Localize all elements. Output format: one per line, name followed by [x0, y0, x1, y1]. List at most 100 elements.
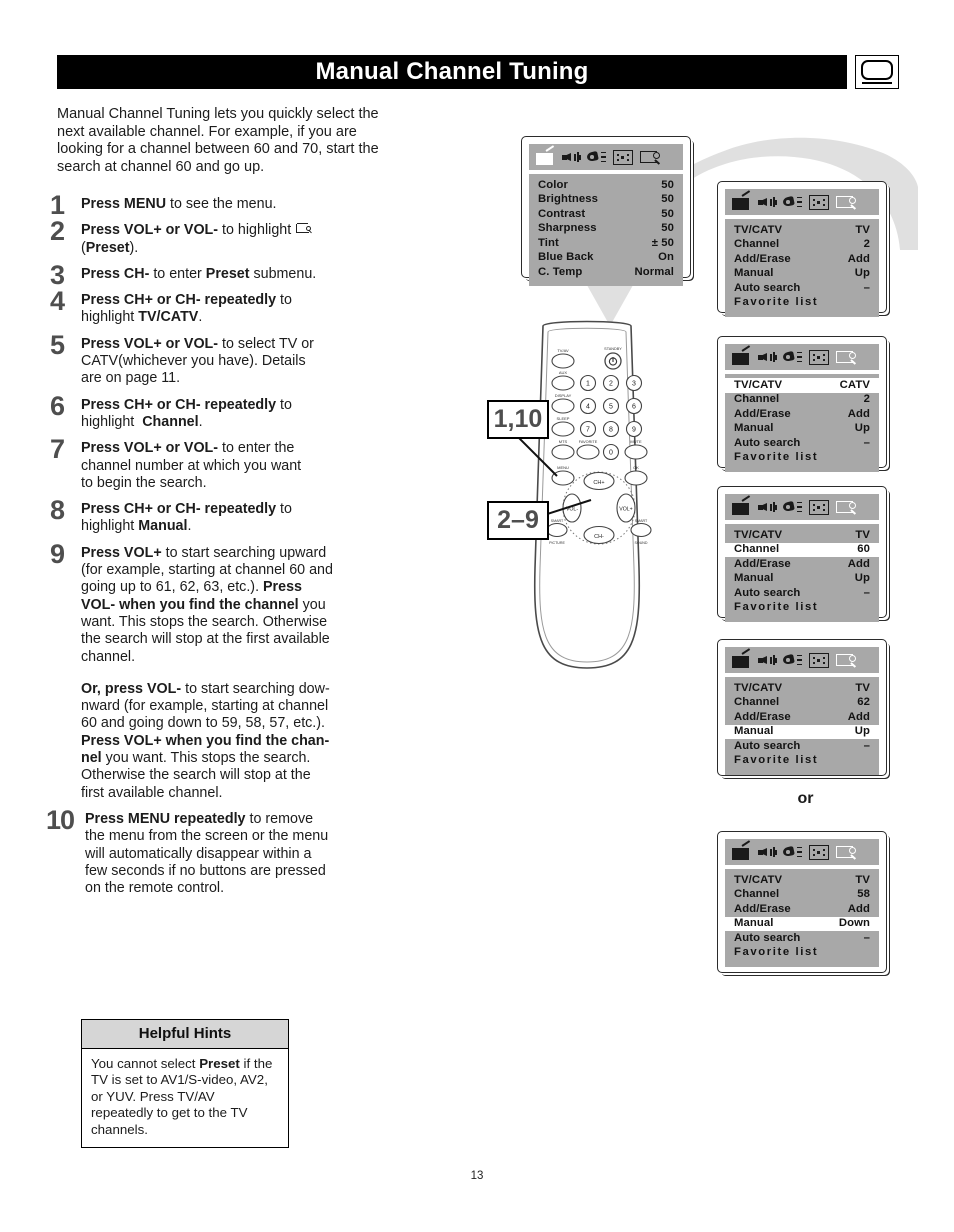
osd-row[interactable]: Tint ± 50 [529, 236, 683, 251]
osd-row[interactable]: Manual Up [725, 572, 879, 587]
osd-rows: TV/CATV TV Channel 60 Add/Erase Add Manual Up Au… [725, 524, 879, 622]
feature-brush-icon [586, 149, 606, 165]
osd-row-value: 2 [863, 238, 870, 251]
step-6: 6 Press CH+ or CH- repeatedly to highlight… [50, 392, 395, 432]
osd-row[interactable]: Channel 2 [725, 238, 879, 253]
osd-row[interactable]: Manual Down [725, 916, 879, 932]
osd-row[interactable]: Add/Erase Add [725, 252, 879, 267]
preset-magnifier-icon [836, 500, 857, 515]
osd-row-value: Add [847, 557, 870, 570]
osd-row-label: Manual [734, 917, 774, 930]
osd-row[interactable]: Brightness 50 [529, 193, 683, 208]
osd-row[interactable]: Manual Up [725, 267, 879, 282]
preset-magnifier-icon [836, 653, 857, 668]
osd-row[interactable]: Auto search – [725, 739, 879, 754]
osd-row[interactable]: TV/CATV TV [725, 528, 879, 543]
sound-speaker-icon [758, 653, 777, 668]
osd-row[interactable]: Channel 58 [725, 888, 879, 903]
osd-row-value: – [863, 739, 870, 752]
osd-row-label: TV/CATV [734, 681, 783, 694]
osd-screen-preset-menu-4-manual-up: TV/CATV TV Channel 62 Add/Erase Add Manual Up Au… [717, 639, 887, 776]
svg-text:0: 0 [609, 450, 613, 457]
osd-row[interactable]: Channel 2 [725, 393, 879, 408]
osd-row[interactable]: Favorite list [725, 946, 879, 961]
osd-row-label: Channel [734, 696, 780, 709]
osd-row-label: Contrast [538, 207, 586, 220]
osd-row[interactable]: Channel 62 [725, 696, 879, 711]
step-number: 2 [50, 216, 66, 247]
osd-row[interactable]: Auto search – [725, 281, 879, 296]
osd-row[interactable]: Add/Erase Add [725, 902, 879, 917]
svg-text:9: 9 [632, 427, 636, 434]
svg-text:DISPLAY: DISPLAY [555, 393, 572, 398]
step-10: 10 Press MENU repeatedly to remove the men… [46, 806, 395, 897]
svg-text:2: 2 [609, 381, 613, 388]
timer-clock-icon [809, 844, 829, 860]
osd-row-label: Favorite list [734, 451, 819, 464]
osd-row[interactable]: TV/CATV TV [725, 223, 879, 238]
osd-row-label: Add/Erase [734, 710, 791, 723]
svg-text:CH-: CH- [594, 534, 604, 540]
timer-clock-icon [809, 349, 829, 365]
step-4: 4 Press CH+ or CH- repeatedly to highlight… [50, 288, 395, 327]
osd-row[interactable]: Auto search – [725, 436, 879, 451]
osd-row[interactable]: Sharpness 50 [529, 222, 683, 237]
osd-icon-bar [725, 494, 879, 520]
osd-screen-preset-menu-5-manual-down: TV/CATV TV Channel 58 Add/Erase Add Manual Down… [717, 831, 887, 973]
osd-row[interactable]: Add/Erase Add [725, 557, 879, 572]
osd-row[interactable]: TV/CATV TV [725, 681, 879, 696]
page-number: 13 [470, 1170, 484, 1182]
osd-row[interactable]: Favorite list [725, 754, 879, 769]
osd-row-value: 60 [857, 543, 870, 556]
osd-row-value: TV [855, 873, 870, 886]
osd-row[interactable]: Auto search – [725, 931, 879, 946]
helpful-hints-title: Helpful Hints [82, 1020, 288, 1049]
osd-row[interactable]: Contrast 50 [529, 207, 683, 222]
osd-row-value: Add [847, 252, 870, 265]
osd-row[interactable]: Add/Erase Add [725, 710, 879, 725]
osd-row-label: Brightness [538, 193, 599, 206]
svg-text:SLEEP: SLEEP [557, 416, 570, 421]
picture-tv-icon [732, 647, 751, 668]
osd-row-label: Add/Erase [734, 252, 791, 265]
osd-row[interactable]: Favorite list [725, 451, 879, 466]
osd-row[interactable]: C. Temp Normal [529, 266, 683, 281]
osd-screen-picture-menu: Color 50 Brightness 50 Contrast 50 Sharpness 50… [521, 136, 691, 287]
osd-row[interactable]: Blue Back On [529, 251, 683, 266]
osd-row[interactable]: Manual Up [725, 422, 879, 437]
osd-row-label: Auto search [734, 586, 801, 599]
svg-text:CH+: CH+ [593, 480, 604, 486]
manual-page: Manual Channel Tuning Manual Channel Tun… [0, 0, 954, 1232]
svg-text:6: 6 [632, 404, 636, 411]
osd-row[interactable]: Color 50 [529, 178, 683, 193]
svg-text:1: 1 [586, 381, 590, 388]
osd-row[interactable]: Channel 60 [725, 542, 879, 558]
osd-row-label: Channel [734, 543, 780, 556]
osd-row-label: Add/Erase [734, 557, 791, 570]
osd-row-label: Add/Erase [734, 407, 791, 420]
step-number: 1 [50, 190, 66, 220]
osd-row[interactable]: Favorite list [725, 296, 879, 311]
osd-row-label: Manual [734, 725, 774, 738]
osd-row[interactable]: TV/CATV CATV [725, 378, 879, 393]
osd-row-value: – [863, 436, 870, 449]
svg-text:8: 8 [609, 427, 613, 434]
osd-row-value: Add [847, 902, 870, 915]
step-number: 6 [50, 390, 66, 421]
osd-row[interactable]: Favorite list [725, 601, 879, 616]
svg-text:SMART: SMART [551, 519, 564, 523]
osd-inner: TV/CATV TV Channel 2 Add/Erase Add Manual Up Aut… [725, 189, 879, 317]
osd-row[interactable]: Add/Erase Add [725, 407, 879, 422]
osd-inner: TV/CATV TV Channel 62 Add/Erase Add Manual Up Au… [725, 647, 879, 775]
step-text: Press MENU repeatedly to remove the menu … [85, 810, 329, 897]
osd-row-value: – [863, 281, 870, 294]
svg-text:FAVORITE: FAVORITE [579, 440, 598, 444]
osd-row[interactable]: Auto search – [725, 586, 879, 601]
svg-text:SOUND: SOUND [635, 541, 648, 545]
osd-row[interactable]: Manual Up [725, 724, 879, 740]
osd-rows: TV/CATV CATV Channel 2 Add/Erase Add Manual Up A… [725, 374, 879, 472]
osd-row-value: Up [854, 267, 870, 280]
osd-row-value: On [658, 251, 674, 264]
sound-speaker-icon [758, 195, 777, 210]
osd-row[interactable]: TV/CATV TV [725, 873, 879, 888]
